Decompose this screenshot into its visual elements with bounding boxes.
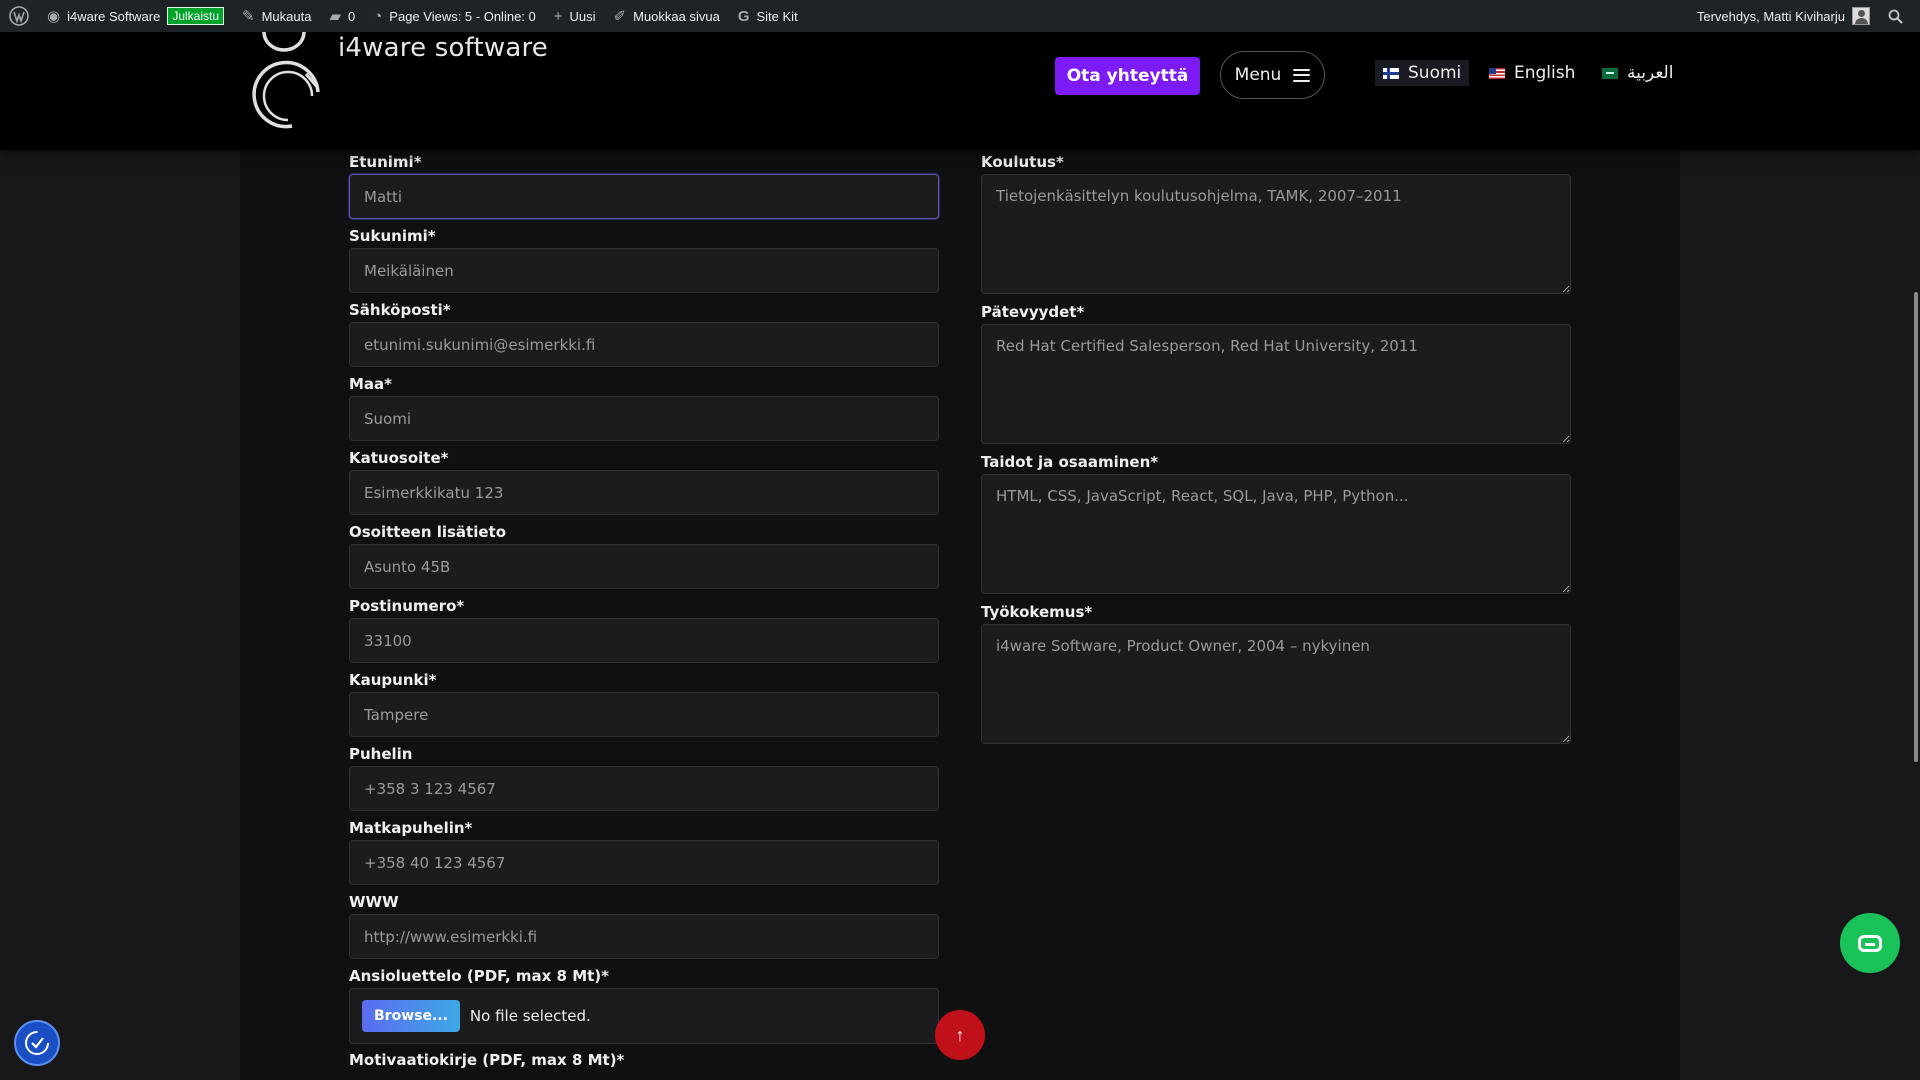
edit-page-label: Muokkaa sivua: [633, 8, 720, 24]
education-label: Koulutus*: [981, 153, 1064, 171]
plus-icon: +: [553, 7, 563, 25]
first-name-input[interactable]: [349, 174, 939, 219]
skills-textarea[interactable]: [981, 474, 1571, 594]
customize-label: Mukauta: [261, 8, 312, 24]
pencil-icon: ✐: [613, 7, 627, 25]
city-input[interactable]: [349, 692, 939, 737]
dashboard-icon: ◉: [47, 7, 61, 25]
site-name-link[interactable]: ◉ i4ware Software Julkaistu: [38, 0, 233, 32]
mobile-label: Matkapuhelin*: [349, 819, 473, 837]
search-icon: [1888, 9, 1903, 24]
site-kit-link[interactable]: G Site Kit: [729, 0, 807, 32]
cover-letter-label: Motivaatiokirje (PDF, max 8 Mt)*: [349, 1051, 625, 1069]
wordpress-icon: [9, 6, 29, 26]
last-name-input[interactable]: [349, 248, 939, 293]
accessibility-icon: [25, 1031, 49, 1055]
language-finnish[interactable]: Suomi: [1375, 60, 1470, 86]
user-account-link[interactable]: Tervehdys, Matti Kiviharju: [1688, 0, 1879, 32]
menu-label: Menu: [1234, 65, 1282, 85]
menu-button[interactable]: Menu: [1220, 51, 1325, 99]
last-name-label: Sukunimi*: [349, 227, 436, 245]
page-views-label: Page Views: 5 - Online: 0: [389, 8, 536, 24]
saudi-flag-icon: [1602, 67, 1618, 79]
country-label: Maa*: [349, 375, 393, 393]
us-flag-icon: [1489, 67, 1505, 79]
comments-link[interactable]: ▰ 0: [320, 0, 364, 32]
email-input[interactable]: [349, 322, 939, 367]
avatar: [1852, 7, 1870, 25]
new-content-link[interactable]: + Uusi: [545, 0, 605, 32]
page-views-link[interactable]: ◔ Page Views: 5 - Online: 0: [364, 0, 545, 32]
education-textarea[interactable]: [981, 174, 1571, 294]
work-experience-textarea[interactable]: [981, 624, 1571, 744]
chat-bubble-icon: [1858, 934, 1882, 952]
language-label: Suomi: [1408, 63, 1462, 83]
phone-label: Puhelin: [349, 745, 413, 763]
comment-icon: ▰: [329, 7, 341, 25]
first-name-label: Etunimi*: [349, 153, 422, 171]
postal-code-input[interactable]: [349, 618, 939, 663]
work-experience-label: Työkokemus*: [981, 603, 1093, 621]
address-extra-input[interactable]: [349, 544, 939, 589]
brush-icon: ✎: [242, 7, 255, 25]
cv-upload-label: Ansioluettelo (PDF, max 8 Mt)*: [349, 967, 610, 985]
language-english[interactable]: English: [1481, 60, 1583, 86]
language-arabic[interactable]: العربية: [1594, 60, 1681, 86]
website-input[interactable]: [349, 914, 939, 959]
skills-label: Taidot ja osaaminen*: [981, 453, 1159, 471]
street-label: Katuosoite*: [349, 449, 449, 467]
contact-button[interactable]: Ota yhteyttä: [1055, 57, 1200, 95]
file-status: No file selected.: [469, 1007, 591, 1025]
mobile-input[interactable]: [349, 840, 939, 885]
arrow-up-icon: ↑: [955, 1024, 965, 1045]
country-input[interactable]: [349, 396, 939, 441]
finland-flag-icon: [1383, 67, 1399, 79]
website-label: WWW: [349, 893, 399, 911]
cv-file-input[interactable]: Browse... No file selected.: [349, 988, 939, 1044]
google-icon: G: [737, 7, 750, 25]
edit-page-link[interactable]: ✐ Muokkaa sivua: [605, 0, 729, 32]
language-label: العربية: [1627, 63, 1674, 83]
email-label: Sähköposti*: [349, 301, 451, 319]
postal-code-label: Postinumero*: [349, 597, 465, 615]
chat-widget-button[interactable]: [1840, 913, 1900, 973]
phone-input[interactable]: [349, 766, 939, 811]
accessibility-button[interactable]: [14, 1020, 60, 1066]
site-name-label: i4ware Software: [67, 8, 161, 24]
browse-button[interactable]: Browse...: [362, 1000, 460, 1032]
customize-link[interactable]: ✎ Mukauta: [233, 0, 320, 32]
new-label: Uusi: [569, 8, 596, 24]
street-input[interactable]: [349, 470, 939, 515]
admin-search-button[interactable]: [1879, 0, 1912, 32]
wordpress-logo-button[interactable]: [0, 0, 38, 32]
site-header: i4ware software Ota yhteyttä Menu Suomi …: [0, 32, 1920, 150]
page-scrollbar[interactable]: [1914, 292, 1918, 762]
pie-chart-icon: ◔: [373, 7, 383, 25]
hamburger-icon: [1293, 68, 1311, 82]
admin-bar: ◉ i4ware Software Julkaistu ✎ Mukauta ▰ …: [0, 0, 1920, 32]
comments-count: 0: [348, 8, 356, 24]
address-extra-label: Osoitteen lisätieto: [349, 523, 507, 541]
greeting-label: Tervehdys, Matti Kiviharju: [1696, 8, 1845, 24]
back-to-top-button[interactable]: ↑: [935, 1010, 985, 1060]
logo-text[interactable]: i4ware software: [338, 33, 548, 63]
i4ware-logo[interactable]: [248, 32, 326, 134]
city-label: Kaupunki*: [349, 671, 437, 689]
certifications-textarea[interactable]: [981, 324, 1571, 444]
qualifications-column: Koulutus* Pätevyydet* Taidot ja osaamine…: [981, 150, 1571, 750]
language-label: English: [1514, 63, 1576, 83]
personal-info-column: Etunimi* Sukunimi* Sähköposti* Maa* Katu…: [349, 150, 939, 1072]
status-badge: Julkaistu: [167, 7, 224, 25]
certifications-label: Pätevyydet*: [981, 303, 1085, 321]
site-kit-label: Site Kit: [756, 8, 798, 24]
